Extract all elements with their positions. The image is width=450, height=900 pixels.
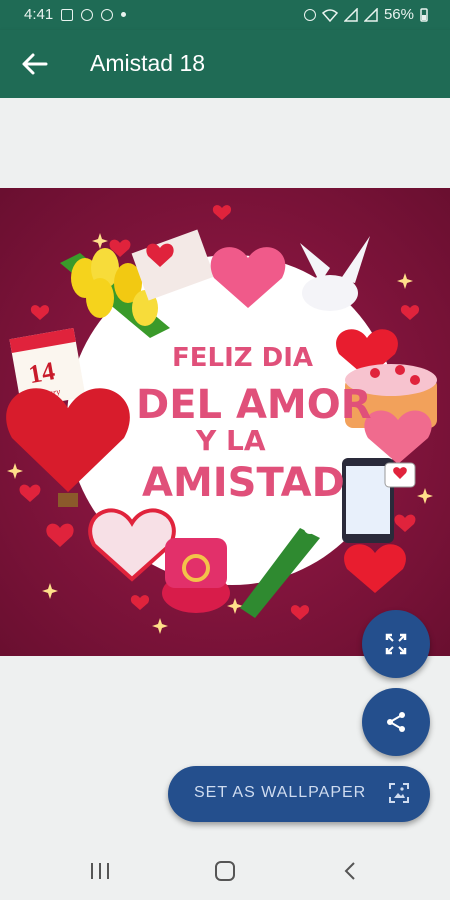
notification-dot-icon — [121, 12, 127, 17]
wallpaper-image[interactable]: 14 February — [0, 188, 450, 656]
recent-apps-icon — [91, 863, 109, 879]
battery-percent: 56% — [383, 6, 414, 23]
status-bar: 4:41 56% — [0, 0, 450, 30]
message-icon — [81, 8, 94, 21]
text-line-4: AMISTAD — [142, 460, 345, 506]
whatsapp-icon — [101, 8, 114, 21]
back-nav-button[interactable] — [330, 856, 370, 886]
signal-2-icon — [363, 7, 378, 22]
text-line-1: FELIZ DIA — [172, 343, 313, 373]
wallpaper-icon — [389, 783, 409, 803]
system-nav-bar — [0, 840, 450, 900]
home-button[interactable] — [205, 856, 245, 886]
alarm-icon — [303, 8, 316, 21]
set-wallpaper-button[interactable]: SET AS WALLPAPER — [168, 766, 430, 822]
signal-icon — [343, 7, 358, 22]
ring-box — [162, 538, 230, 613]
battery-icon — [420, 7, 428, 22]
recent-apps-button[interactable] — [80, 856, 120, 886]
page-title: Amistad 18 — [90, 50, 206, 76]
text-line-3: Y LA — [195, 424, 266, 457]
fullscreen-button[interactable] — [362, 610, 430, 678]
gallery-icon — [61, 8, 74, 21]
back-button[interactable] — [16, 48, 52, 80]
chevron-left-icon — [344, 862, 355, 880]
set-wallpaper-label: SET AS WALLPAPER — [194, 784, 367, 801]
wallpaper-artwork: 14 February — [0, 188, 450, 656]
share-icon — [387, 712, 405, 732]
wifi-icon — [321, 8, 338, 22]
fullscreen-icon — [385, 633, 407, 655]
share-button[interactable] — [362, 688, 430, 756]
text-line-2: DEL AMOR — [136, 382, 372, 428]
status-time: 4:41 — [24, 6, 54, 23]
app-bar: Amistad 18 — [0, 30, 450, 98]
status-left: 4:41 — [24, 6, 127, 23]
home-icon — [215, 861, 235, 881]
svg-text:14: 14 — [26, 356, 57, 389]
status-right: 56% — [303, 6, 428, 23]
arrow-left-icon — [22, 53, 48, 75]
